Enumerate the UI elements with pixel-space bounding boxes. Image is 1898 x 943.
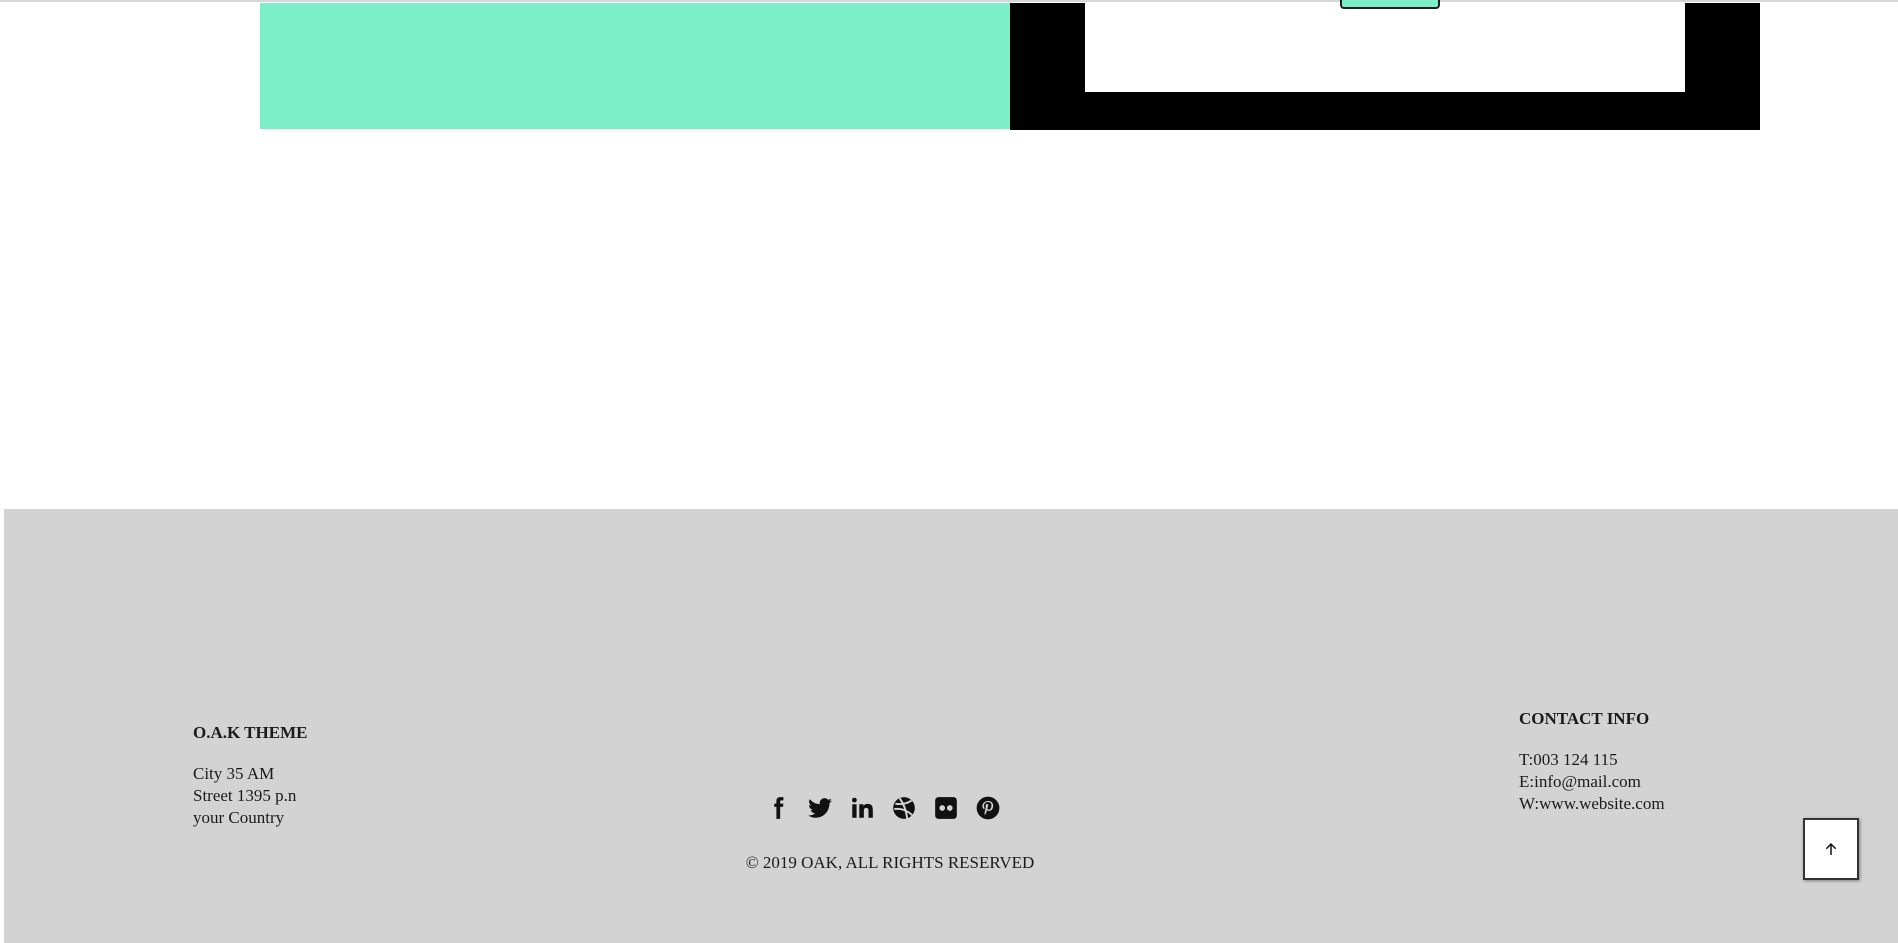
copyright-text: © 2019 OAK, ALL RIGHTS RESERVED	[745, 853, 1035, 872]
top-divider	[0, 0, 1898, 2]
contact-title: CONTACT INFO	[1519, 709, 1650, 728]
address-line: Street 1395 p.n	[193, 786, 297, 805]
site-footer: O.A.K THEME City 35 AM Street 1395 p.n y…	[4, 509, 1898, 943]
twitter-icon[interactable]	[804, 793, 836, 823]
flickr-icon[interactable]	[930, 793, 962, 823]
mint-panel	[260, 3, 1010, 129]
pinterest-icon[interactable]	[972, 793, 1004, 823]
address-line: your Country	[193, 808, 285, 827]
footer-address-block: O.A.K THEME City 35 AM Street 1395 p.n y…	[193, 723, 493, 829]
arrow-up-icon	[1825, 843, 1837, 855]
black-panel	[1010, 0, 1760, 130]
facebook-icon[interactable]	[762, 793, 794, 823]
contact-website: W:www.website.com	[1519, 794, 1665, 813]
dribbble-icon[interactable]	[888, 793, 920, 823]
scroll-to-top-button[interactable]	[1803, 818, 1859, 880]
white-inner-box	[1085, 0, 1685, 92]
linkedin-icon[interactable]	[846, 793, 878, 823]
contact-phone: T:003 124 115	[1519, 750, 1618, 769]
contact-email: E:info@mail.com	[1519, 772, 1641, 791]
footer-contact-block: CONTACT INFO T:003 124 115 E:info@mail.c…	[1519, 709, 1819, 815]
cut-off-button[interactable]	[1340, 0, 1440, 9]
footer-brand: O.A.K THEME	[193, 723, 308, 742]
address-line: City 35 AM	[193, 764, 275, 783]
social-links	[762, 793, 1004, 823]
